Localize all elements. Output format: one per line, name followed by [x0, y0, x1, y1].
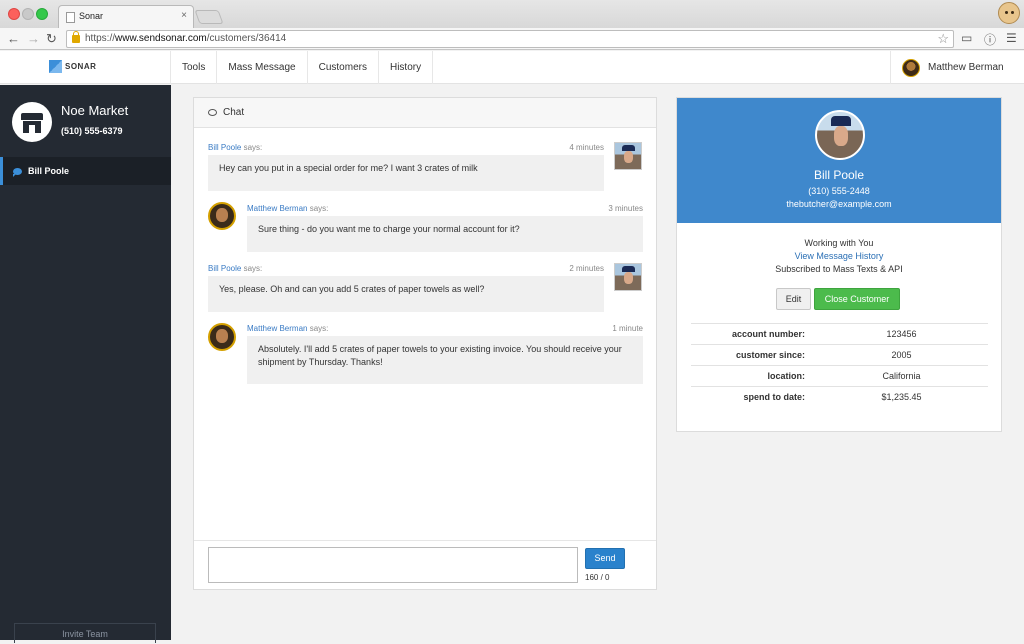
invite-team-button[interactable]: Invite Team — [14, 623, 156, 643]
chat-message: Bill Poole says: 2 minutes Yes, please. … — [208, 264, 604, 312]
message-sender[interactable]: Bill Poole — [208, 264, 241, 273]
close-customer-button[interactable]: Close Customer — [814, 288, 900, 310]
tab-close-icon[interactable]: × — [181, 10, 187, 21]
detail-value: 2005 — [839, 344, 988, 366]
table-row: spend to date: $1,235.45 — [691, 386, 988, 408]
message-input[interactable] — [208, 547, 578, 583]
browser-toolbar: ← → ↻ https://www.sendsonar.com/customer… — [0, 28, 1024, 50]
table-row: account number: 123456 — [691, 323, 988, 345]
storefront-icon — [12, 102, 52, 142]
nav-item-tools[interactable]: Tools — [170, 51, 216, 84]
message-sender[interactable]: Matthew Berman — [247, 204, 307, 213]
close-window-icon[interactable] — [8, 8, 20, 20]
character-counter: 160 / 0 — [585, 573, 610, 582]
user-avatar — [902, 58, 920, 77]
customer-email: thebutcher@example.com — [786, 199, 892, 209]
store-phone: (510) 555-6379 — [61, 126, 123, 136]
sidebar: Noe Market (510) 555-6379 Bill Poole Inv… — [0, 85, 171, 643]
nav-item-customers[interactable]: Customers — [306, 51, 378, 84]
message-time: 4 minutes — [569, 143, 604, 152]
lock-icon — [72, 31, 80, 43]
detail-value: 123456 — [839, 323, 988, 345]
agent-avatar — [208, 202, 236, 230]
brand-logo[interactable]: SONAR — [49, 60, 96, 73]
sidebar-item-label: Bill Poole — [28, 166, 70, 176]
customer-details-table: account number: 123456 customer since: 2… — [691, 323, 988, 408]
tab-title: Sonar — [79, 11, 104, 21]
agent-avatar — [208, 323, 236, 351]
nav-menu: Tools Mass Message Customers History — [170, 51, 434, 84]
message-sender[interactable]: Bill Poole — [208, 143, 241, 152]
minimize-window-icon[interactable] — [22, 8, 34, 20]
detail-label: spend to date: — [691, 386, 839, 408]
message-bubble: Sure thing - do you want me to charge yo… — [247, 216, 643, 252]
customer-name: Bill Poole — [813, 168, 865, 182]
user-menu[interactable]: Matthew Berman — [890, 51, 1024, 84]
info-icon[interactable]: ⓘ — [984, 31, 996, 48]
user-name: Matthew Berman — [928, 62, 1004, 73]
maximize-window-icon[interactable] — [36, 8, 48, 20]
detail-label: customer since: — [691, 344, 839, 366]
cast-icon[interactable]: ▭ — [961, 31, 972, 45]
table-row: customer since: 2005 — [691, 344, 988, 366]
nav-item-history[interactable]: History — [377, 51, 434, 84]
chat-panel: Chat Bill Poole says: 4 minutes Hey can … — [193, 97, 657, 590]
chat-message: Matthew Berman says: 3 minutes Sure thin… — [247, 204, 643, 252]
message-meta: Matthew Berman says: — [247, 324, 329, 333]
back-arrow-icon[interactable]: ← — [7, 30, 20, 48]
address-bar[interactable]: https://www.sendsonar.com/customers/3641… — [66, 30, 954, 48]
browser-tabstrip: Sonar × — [0, 0, 1024, 28]
message-meta: Bill Poole says: — [208, 264, 263, 273]
send-button[interactable]: Send — [585, 548, 625, 569]
top-navbar: SONAR Tools Mass Message Customers Histo… — [0, 51, 1024, 84]
chat-message: Matthew Berman says: 1 minute Absolutely… — [247, 324, 643, 386]
bookmark-star-icon[interactable]: ☆ — [937, 31, 949, 47]
brand-name: SONAR — [65, 62, 97, 71]
reload-icon[interactable]: ↻ — [46, 30, 57, 48]
customer-avatar — [614, 142, 642, 170]
forward-arrow-icon[interactable]: → — [27, 30, 40, 48]
sidebar-item-bill-poole[interactable]: Bill Poole — [0, 157, 171, 185]
sonar-logo-icon — [49, 60, 62, 73]
message-bubble: Hey can you put in a special order for m… — [208, 155, 604, 191]
customer-profile-avatar — [815, 110, 865, 160]
message-time: 1 minute — [612, 324, 643, 333]
chat-icon — [208, 109, 217, 116]
url-text: https://www.sendsonar.com/customers/3641… — [85, 33, 287, 44]
chat-composer: Send 160 / 0 — [194, 540, 656, 590]
working-status: Working with You — [804, 238, 874, 248]
detail-value: $1,235.45 — [839, 386, 988, 408]
chat-title: Chat — [223, 107, 245, 118]
customer-header: Bill Poole (310) 555-2448 thebutcher@exa… — [677, 98, 1001, 223]
store-card: Noe Market (510) 555-6379 — [0, 85, 171, 155]
browser-tab[interactable]: Sonar × — [58, 5, 194, 28]
nav-item-mass-message[interactable]: Mass Message — [216, 51, 306, 84]
customer-avatar — [614, 263, 642, 291]
message-meta: Matthew Berman says: — [247, 204, 329, 213]
chat-header: Chat — [194, 98, 656, 128]
message-bubble: Yes, please. Oh and can you add 5 crates… — [208, 276, 604, 312]
detail-label: account number: — [691, 323, 839, 345]
message-bubble: Absolutely. I'll add 5 crates of paper t… — [247, 336, 643, 384]
browser-profile-icon[interactable] — [998, 2, 1020, 24]
message-time: 2 minutes — [569, 264, 604, 273]
customer-card: Bill Poole (310) 555-2448 thebutcher@exa… — [676, 97, 1002, 432]
chat-message: Bill Poole says: 4 minutes Hey can you p… — [208, 143, 604, 191]
message-meta: Bill Poole says: — [208, 143, 263, 152]
customer-phone: (310) 555-2448 — [808, 186, 870, 196]
edit-button[interactable]: Edit — [776, 288, 811, 310]
detail-value: California — [839, 365, 988, 387]
detail-label: location: — [691, 365, 839, 387]
message-time: 3 minutes — [608, 204, 643, 213]
page-icon — [66, 12, 75, 23]
table-row: location: California — [691, 365, 988, 387]
new-tab-button[interactable] — [194, 10, 224, 24]
subscription-status: Subscribed to Mass Texts & API — [775, 264, 903, 274]
store-name: Noe Market — [61, 103, 129, 118]
message-sender[interactable]: Matthew Berman — [247, 324, 307, 333]
view-history-link[interactable]: View Message History — [677, 251, 1001, 261]
chat-bubble-icon — [13, 167, 22, 177]
menu-icon[interactable]: ☰ — [1006, 31, 1017, 45]
